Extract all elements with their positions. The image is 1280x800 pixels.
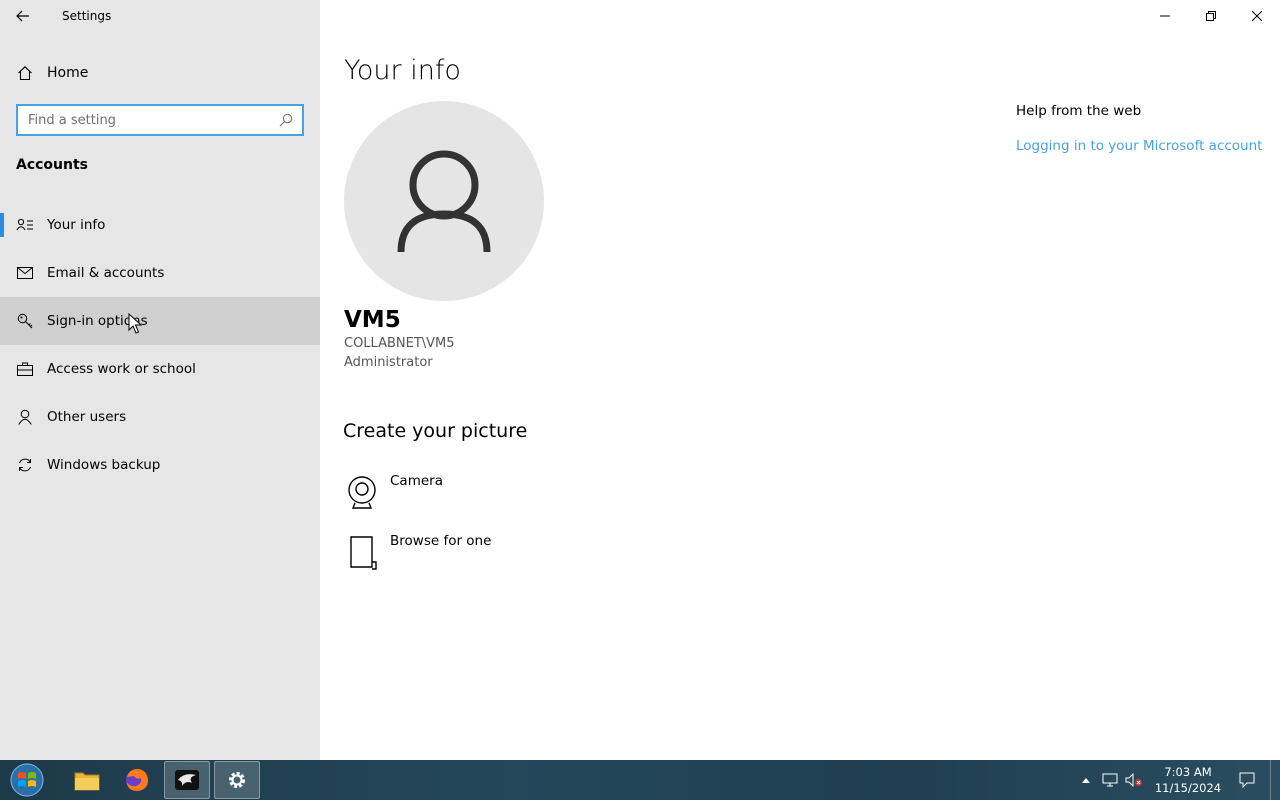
window-controls (1142, 0, 1280, 32)
create-picture-heading: Create your picture (343, 420, 528, 442)
avatar (344, 101, 544, 301)
sidebar-item-email-accounts[interactable]: Email & accounts (0, 249, 320, 297)
sync-icon (16, 456, 34, 474)
start-button[interactable] (0, 760, 54, 800)
nav-home[interactable]: Home (0, 56, 320, 90)
minimize-icon (1160, 15, 1170, 17)
camera-option-label: Camera (390, 473, 443, 489)
taskbar-firefox[interactable] (114, 761, 160, 799)
system-tray: 7:03 AM 11/15/2024 (1074, 760, 1280, 800)
sidebar: Settings Home Accounts Your info Email &… (0, 0, 320, 760)
file-explorer-icon (74, 772, 100, 791)
clock-date: 11/15/2024 (1154, 781, 1222, 795)
notification-icon (1239, 772, 1255, 788)
restore-icon (1206, 11, 1216, 21)
volume-button[interactable] (1122, 760, 1146, 800)
search-box[interactable] (16, 104, 304, 136)
sidebar-item-sign-in-options[interactable]: Sign-in options (0, 297, 320, 345)
clock-time: 7:03 AM (1164, 765, 1212, 779)
chevron-up-icon (1082, 778, 1090, 783)
network-button[interactable] (1098, 760, 1122, 800)
settings-gear-icon (229, 772, 245, 788)
firefox-icon (126, 769, 148, 791)
back-arrow-icon (16, 10, 29, 22)
search-input[interactable] (28, 112, 268, 128)
network-icon (1102, 773, 1118, 787)
mouse-cursor-icon (128, 313, 142, 334)
back-button[interactable] (0, 0, 46, 32)
key-icon (16, 312, 34, 330)
taskbar-file-explorer[interactable] (64, 761, 110, 799)
sidebar-item-label: Windows backup (47, 457, 161, 473)
sidebar-item-label: Other users (47, 409, 127, 425)
show-hidden-icons-button[interactable] (1074, 760, 1098, 800)
camera-icon (344, 473, 380, 511)
clock[interactable]: 7:03 AM 11/15/2024 (1152, 764, 1224, 796)
app-icon (175, 770, 199, 790)
sidebar-item-label: Email & accounts (47, 265, 165, 281)
home-icon (16, 64, 34, 82)
sidebar-item-other-users[interactable]: Other users (0, 393, 320, 441)
browse-file-icon (344, 533, 380, 571)
sidebar-item-access-work-school[interactable]: Access work or school (0, 345, 320, 393)
main-content: Your info VM5 COLLABNET\VM5 Administrato… (320, 0, 1280, 760)
your-info-icon (16, 216, 34, 234)
nav-home-label: Home (47, 65, 89, 81)
browse-option-label: Browse for one (390, 533, 492, 549)
help-heading: Help from the web (1016, 103, 1142, 119)
user-role: Administrator (344, 355, 433, 370)
restore-button[interactable] (1188, 0, 1234, 32)
action-center-button[interactable] (1230, 760, 1264, 800)
sidebar-item-label: Access work or school (47, 361, 196, 377)
search-icon[interactable] (278, 112, 294, 128)
minimize-button[interactable] (1142, 0, 1188, 32)
user-avatar-icon (397, 150, 491, 253)
mail-icon (16, 264, 34, 282)
show-desktop-button[interactable] (1270, 760, 1280, 800)
sidebar-item-label: Your info (47, 217, 106, 233)
person-icon (16, 408, 34, 426)
section-heading: Accounts (16, 157, 89, 173)
volume-muted-icon (1125, 773, 1142, 787)
briefcase-icon (16, 360, 34, 378)
help-link[interactable]: Logging in to your Microsoft account (1016, 138, 1262, 154)
page-title: Your info (344, 55, 461, 86)
close-icon (1252, 11, 1262, 21)
taskbar-settings[interactable] (214, 761, 260, 799)
window-title: Settings (62, 9, 112, 23)
browse-option[interactable]: Browse for one (344, 533, 564, 577)
sidebar-item-windows-backup[interactable]: Windows backup (0, 441, 320, 489)
camera-option[interactable]: Camera (344, 473, 564, 517)
title-bar: Settings (0, 0, 320, 32)
nav-list: Your info Email & accounts Sign-in optio… (0, 201, 320, 489)
taskbar: 7:03 AM 11/15/2024 (0, 760, 1280, 800)
user-domain: COLLABNET\VM5 (344, 336, 455, 351)
windows-start-icon (10, 763, 44, 797)
user-name: VM5 (344, 307, 401, 333)
taskbar-app[interactable] (164, 761, 210, 799)
close-button[interactable] (1234, 0, 1280, 32)
sidebar-item-your-info[interactable]: Your info (0, 201, 320, 249)
